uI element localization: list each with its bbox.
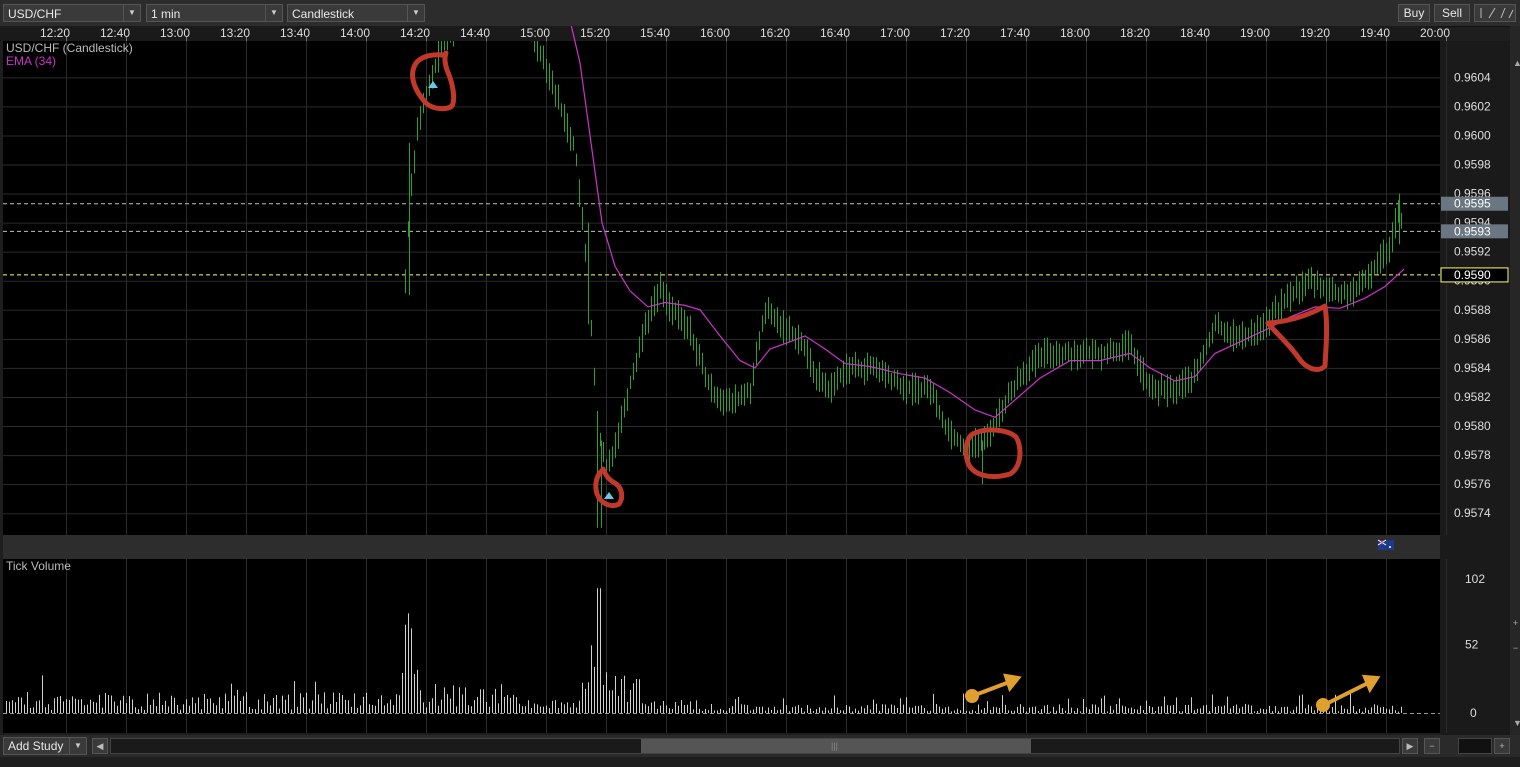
time-tick-label: 15:00 xyxy=(520,26,550,40)
price-line-label: 0.9595 xyxy=(1454,197,1491,211)
symbol-select[interactable]: USD/CHF ▼ xyxy=(3,4,141,22)
time-tick-label: 16:40 xyxy=(820,26,850,40)
price-line-label: 0.9593 xyxy=(1454,224,1491,238)
panel-separator[interactable] xyxy=(3,535,1440,559)
volume-tick-label: 52 xyxy=(1465,638,1479,652)
time-tick-label: 16:20 xyxy=(760,26,790,40)
volume-tick-label: 102 xyxy=(1465,572,1485,586)
price-tick-label: 0.9592 xyxy=(1454,245,1491,259)
drawing-tools-icon xyxy=(1480,7,1514,19)
scroll-up-icon[interactable]: ▲ xyxy=(1513,58,1520,68)
bottom-bar: Add Study ▼ ◀ ||| ▶ − + xyxy=(0,735,1520,757)
plus-icon[interactable]: + xyxy=(1513,618,1518,628)
time-tick-label: 15:20 xyxy=(580,26,610,40)
right-edge xyxy=(1510,26,1520,735)
time-tick-label: 20:00 xyxy=(1420,26,1450,40)
price-tick-label: 0.9586 xyxy=(1454,332,1491,346)
scroll-right-button[interactable]: ▶ xyxy=(1402,738,1418,754)
symbol-select-value: USD/CHF xyxy=(8,7,62,21)
chart-type-select[interactable]: Candlestick ▼ xyxy=(287,4,425,22)
buy-button[interactable]: Buy xyxy=(1398,4,1430,22)
chevron-down-icon: ▼ xyxy=(265,5,282,21)
price-tick-label: 0.9598 xyxy=(1454,158,1491,172)
scroll-down-icon[interactable]: ▼ xyxy=(1513,718,1520,728)
add-study-label: Add Study xyxy=(8,739,64,753)
time-tick-label: 18:40 xyxy=(1180,26,1210,40)
price-tick-label: 0.9588 xyxy=(1454,303,1491,317)
price-tick-label: 0.9574 xyxy=(1454,506,1491,520)
price-tick-label: 0.9604 xyxy=(1454,70,1491,84)
chevron-down-icon: ▼ xyxy=(407,5,424,21)
price-tick-label: 0.9580 xyxy=(1454,419,1491,433)
price-tick-label: 0.9576 xyxy=(1454,477,1491,491)
time-tick-label: 13:40 xyxy=(280,26,310,40)
chevron-down-icon: ▼ xyxy=(123,5,140,21)
grip-icon: ||| xyxy=(831,741,839,751)
main-panel-title: USD/CHF (Candlestick) xyxy=(6,41,133,55)
time-tick-label: 17:40 xyxy=(1000,26,1030,40)
volume-panel-title: Tick Volume xyxy=(6,559,71,573)
chart-toolbar: USD/CHF ▼ 1 min ▼ Candlestick ▼ Buy Sell xyxy=(0,0,1520,27)
time-tick-label: 14:00 xyxy=(340,26,370,40)
time-tick-label: 12:20 xyxy=(40,26,70,40)
zoom-level-box[interactable] xyxy=(1458,738,1492,754)
minus-icon[interactable]: − xyxy=(1513,643,1518,653)
chart-type-select-value: Candlestick xyxy=(292,7,355,21)
add-study-button[interactable]: Add Study ▼ xyxy=(3,737,87,755)
time-scrollbar[interactable]: ||| xyxy=(110,738,1400,754)
interval-select-value: 1 min xyxy=(151,7,181,21)
price-panel[interactable] xyxy=(3,41,1440,535)
price-tick-label: 0.9584 xyxy=(1454,361,1491,375)
time-tick-label: 14:20 xyxy=(400,26,430,40)
chevron-down-icon: ▼ xyxy=(69,738,86,754)
time-tick-label: 16:00 xyxy=(700,26,730,40)
time-tick-label: 12:40 xyxy=(100,26,130,40)
time-tick-label: 15:40 xyxy=(640,26,670,40)
sell-button[interactable]: Sell xyxy=(1434,4,1470,22)
time-tick-label: 18:00 xyxy=(1060,26,1090,40)
price-tick-label: 0.9578 xyxy=(1454,448,1491,462)
time-tick-label: 18:20 xyxy=(1120,26,1150,40)
time-tick-label: 19:40 xyxy=(1360,26,1390,40)
ema-legend: EMA (34) xyxy=(6,54,56,68)
scrollbar-thumb[interactable]: ||| xyxy=(641,739,1031,753)
drawing-tools-button[interactable] xyxy=(1474,4,1516,22)
price-tick-label: 0.9602 xyxy=(1454,99,1491,113)
chart-area[interactable]: 12:20 12:40 13:00 13:20 13:40 14:00 14:20 14:40… xyxy=(0,26,1520,735)
scroll-left-button[interactable]: ◀ xyxy=(92,738,108,754)
price-tick-label: 0.9600 xyxy=(1454,128,1491,142)
volume-tick-label: 0 xyxy=(1470,706,1477,720)
price-tick-label: 0.9582 xyxy=(1454,390,1491,404)
time-tick-label: 13:00 xyxy=(160,26,190,40)
time-tick-label: 17:20 xyxy=(940,26,970,40)
zoom-out-button[interactable]: − xyxy=(1424,738,1440,754)
flag-icon[interactable] xyxy=(1377,539,1394,550)
time-tick-label: 13:20 xyxy=(220,26,250,40)
time-tick-label: 14:40 xyxy=(460,26,490,40)
time-tick-label: 19:00 xyxy=(1240,26,1270,40)
zoom-in-button[interactable]: + xyxy=(1494,738,1510,754)
time-tick-label: 17:00 xyxy=(880,26,910,40)
time-tick-label: 19:20 xyxy=(1300,26,1330,40)
price-line-label: 0.9590 xyxy=(1454,268,1491,282)
interval-select[interactable]: 1 min ▼ xyxy=(146,4,283,22)
